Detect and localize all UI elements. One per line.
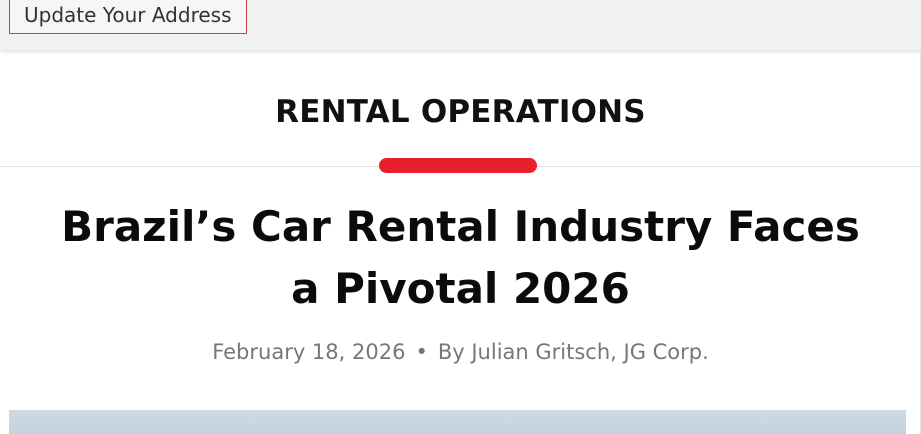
article-headline: Brazil’s Car Rental Industry Faces a Piv… [61, 202, 860, 313]
article-meta: February 18, 2026 • By Julian Gritsch, JG … [0, 340, 921, 364]
meta-separator: • [415, 340, 428, 364]
article-byline[interactable]: By Julian Gritsch, JG Corp. [438, 340, 709, 364]
top-bar: Update Your Address [0, 0, 921, 50]
article-category[interactable]: RENTAL OPERATIONS [0, 94, 921, 130]
hero-image [9, 410, 906, 434]
category-accent-bar [379, 158, 537, 173]
update-address-button[interactable]: Update Your Address [9, 0, 247, 34]
article-date: February 18, 2026 [212, 340, 406, 364]
